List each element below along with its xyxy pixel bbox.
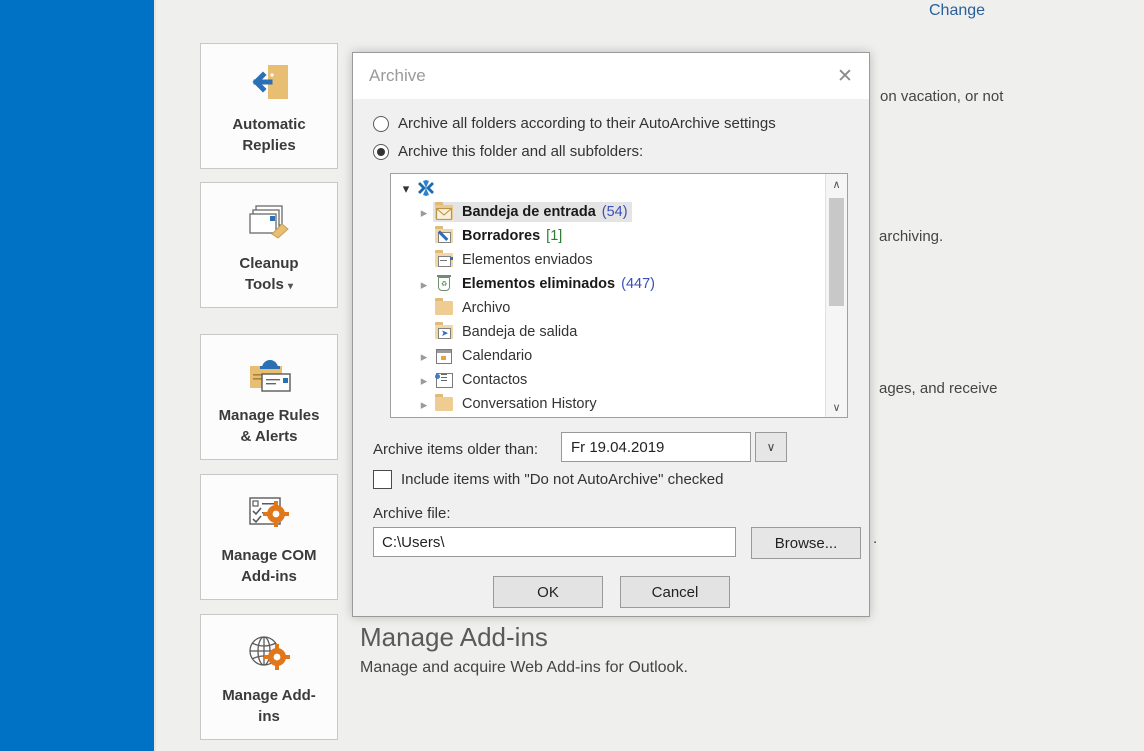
checkbox-icon[interactable] <box>373 470 392 489</box>
date-picker-dropdown-icon[interactable]: ∨ <box>755 432 787 462</box>
manage-rules-label-2: & Alerts <box>241 428 298 445</box>
archive-dialog: Archive ✕ Archive all folders according … <box>352 52 870 617</box>
backdrop-text-4: . <box>873 530 877 547</box>
radio-icon-selected <box>373 144 389 160</box>
chevron-right-icon[interactable]: ▸ <box>415 278 433 291</box>
tree-row-conversation-history[interactable]: ▸ Conversation History <box>391 392 825 416</box>
tree-row-deleted[interactable]: ▸ ♻ Elementos eliminados (447) <box>391 272 825 296</box>
tree-label-archivo: Archivo <box>462 300 510 316</box>
deleted-folder-icon: ♻ <box>433 275 455 293</box>
tree-scrollbar[interactable]: ∧ ∨ <box>825 174 847 417</box>
chevron-placeholder-icon: ▸ <box>415 254 433 267</box>
tree-row-drafts[interactable]: ▸ Borradores [1] <box>391 224 825 248</box>
cancel-button[interactable]: Cancel <box>620 576 730 608</box>
manage-addins-label-2: ins <box>258 708 280 725</box>
archive-file-input[interactable]: C:\Users\ <box>373 527 736 557</box>
scroll-down-icon[interactable]: ∨ <box>826 397 847 417</box>
chevron-placeholder-icon: ▸ <box>415 326 433 339</box>
radio-archive-this-label: Archive this folder and all subfolders: <box>398 143 643 160</box>
include-do-not-autoarchive-label: Include items with "Do not AutoArchive" … <box>401 471 723 488</box>
calendar-icon <box>433 347 455 365</box>
backdrop-text-2: archiving. <box>879 228 943 245</box>
radio-icon-unselected <box>373 116 389 132</box>
tree-row-sent[interactable]: ▸ Elementos enviados <box>391 248 825 272</box>
include-do-not-autoarchive-row[interactable]: Include items with "Do not AutoArchive" … <box>373 470 723 489</box>
tree-row-account[interactable]: ▾ <box>391 176 825 200</box>
ok-button[interactable]: OK <box>493 576 603 608</box>
manage-com-addins-icon <box>242 489 296 541</box>
archive-older-than-label: Archive items older than: <box>373 441 538 458</box>
rail-divider <box>154 0 156 751</box>
folder-tree[interactable]: ▾ ▸ <box>390 173 848 418</box>
app-left-rail <box>0 0 154 751</box>
automatic-replies-icon <box>242 58 296 110</box>
close-icon[interactable]: ✕ <box>829 61 861 91</box>
manage-rules-label-1: Manage Rules <box>219 407 320 424</box>
tree-row-calendar[interactable]: ▸ Calendario <box>391 344 825 368</box>
page-subtitle: Manage and acquire Web Add-ins for Outlo… <box>360 659 688 677</box>
tree-count-deleted: (447) <box>621 276 655 292</box>
chevron-right-icon[interactable]: ▸ <box>415 398 433 411</box>
radio-archive-all-folders[interactable]: Archive all folders according to their A… <box>373 115 776 132</box>
tree-count-drafts: [1] <box>546 228 562 244</box>
manage-rules-alerts-button[interactable]: Manage Rules & Alerts <box>200 334 338 460</box>
manage-addins-icon <box>242 629 296 681</box>
automatic-replies-button[interactable]: Automatic Replies <box>200 43 338 169</box>
cleanup-tools-label-2: Tools <box>245 276 284 293</box>
backdrop-text-1: on vacation, or not <box>880 88 1003 105</box>
outbox-folder-icon: ➤ <box>433 323 455 341</box>
manage-rules-icon <box>240 349 298 401</box>
cleanup-tools-label-1: Cleanup <box>239 255 298 272</box>
chevron-right-icon[interactable]: ▸ <box>415 374 433 387</box>
manage-addins-label-1: Manage Add- <box>222 687 316 704</box>
scrollbar-thumb[interactable] <box>829 198 844 306</box>
tree-count-inbox: (54) <box>602 204 628 220</box>
manage-com-label-1: Manage COM <box>221 547 316 564</box>
sent-folder-icon <box>433 251 455 269</box>
drafts-folder-icon <box>433 227 455 245</box>
dialog-title: Archive <box>369 66 426 86</box>
archive-date-input[interactable]: Fr 19.04.2019 <box>561 432 751 462</box>
folder-tree-rows: ▾ ▸ <box>391 174 825 417</box>
page-title: Manage Add-ins <box>360 622 548 653</box>
tree-label-inbox: Bandeja de entrada <box>462 204 596 220</box>
tree-label-conversation-history: Conversation History <box>462 396 597 412</box>
tree-row-archivo[interactable]: ▸ Archivo <box>391 296 825 320</box>
backdrop-text-3: ages, and receive <box>879 380 997 397</box>
change-link[interactable]: Change <box>929 2 985 20</box>
exchange-account-icon <box>415 179 437 197</box>
tree-row-contacts[interactable]: ▸ Contactos <box>391 368 825 392</box>
chevron-down-icon[interactable]: ▾ <box>397 182 415 195</box>
tree-label-outbox: Bandeja de salida <box>462 324 577 340</box>
tree-label-contacts: Contactos <box>462 372 527 388</box>
radio-archive-this-folder[interactable]: Archive this folder and all subfolders: <box>373 143 643 160</box>
automatic-replies-label-1: Automatic <box>232 116 305 133</box>
browse-button[interactable]: Browse... <box>751 527 861 559</box>
chevron-down-icon: ▾ <box>288 281 293 292</box>
manage-addins-button[interactable]: Manage Add- ins <box>200 614 338 740</box>
contacts-icon <box>433 371 455 389</box>
tree-row-inbox[interactable]: ▸ Bandeja de entrada (54) <box>391 200 825 224</box>
manage-com-label-2: Add-ins <box>241 568 297 585</box>
dialog-title-bar: Archive ✕ <box>353 53 869 99</box>
chevron-placeholder-icon: ▸ <box>415 302 433 315</box>
chevron-placeholder-icon: ▸ <box>415 230 433 243</box>
tree-label-calendar: Calendario <box>462 348 532 364</box>
archive-file-label: Archive file: <box>373 505 451 522</box>
radio-archive-all-label: Archive all folders according to their A… <box>398 115 776 132</box>
manage-com-addins-button[interactable]: Manage COM Add-ins <box>200 474 338 600</box>
folder-icon <box>433 299 455 317</box>
cleanup-tools-button[interactable]: Cleanup Tools ▾ <box>200 182 338 308</box>
automatic-replies-label-2: Replies <box>242 137 295 154</box>
chevron-right-icon[interactable]: ▸ <box>415 206 433 219</box>
scroll-up-icon[interactable]: ∧ <box>826 174 847 194</box>
tree-label-sent: Elementos enviados <box>462 252 593 268</box>
cleanup-tools-icon <box>242 197 296 249</box>
folder-icon <box>433 395 455 413</box>
chevron-right-icon[interactable]: ▸ <box>415 350 433 363</box>
inbox-folder-icon <box>433 203 455 221</box>
tree-row-outbox[interactable]: ▸ ➤ Bandeja de salida <box>391 320 825 344</box>
tree-label-deleted: Elementos eliminados <box>462 276 615 292</box>
tree-label-drafts: Borradores <box>462 228 540 244</box>
